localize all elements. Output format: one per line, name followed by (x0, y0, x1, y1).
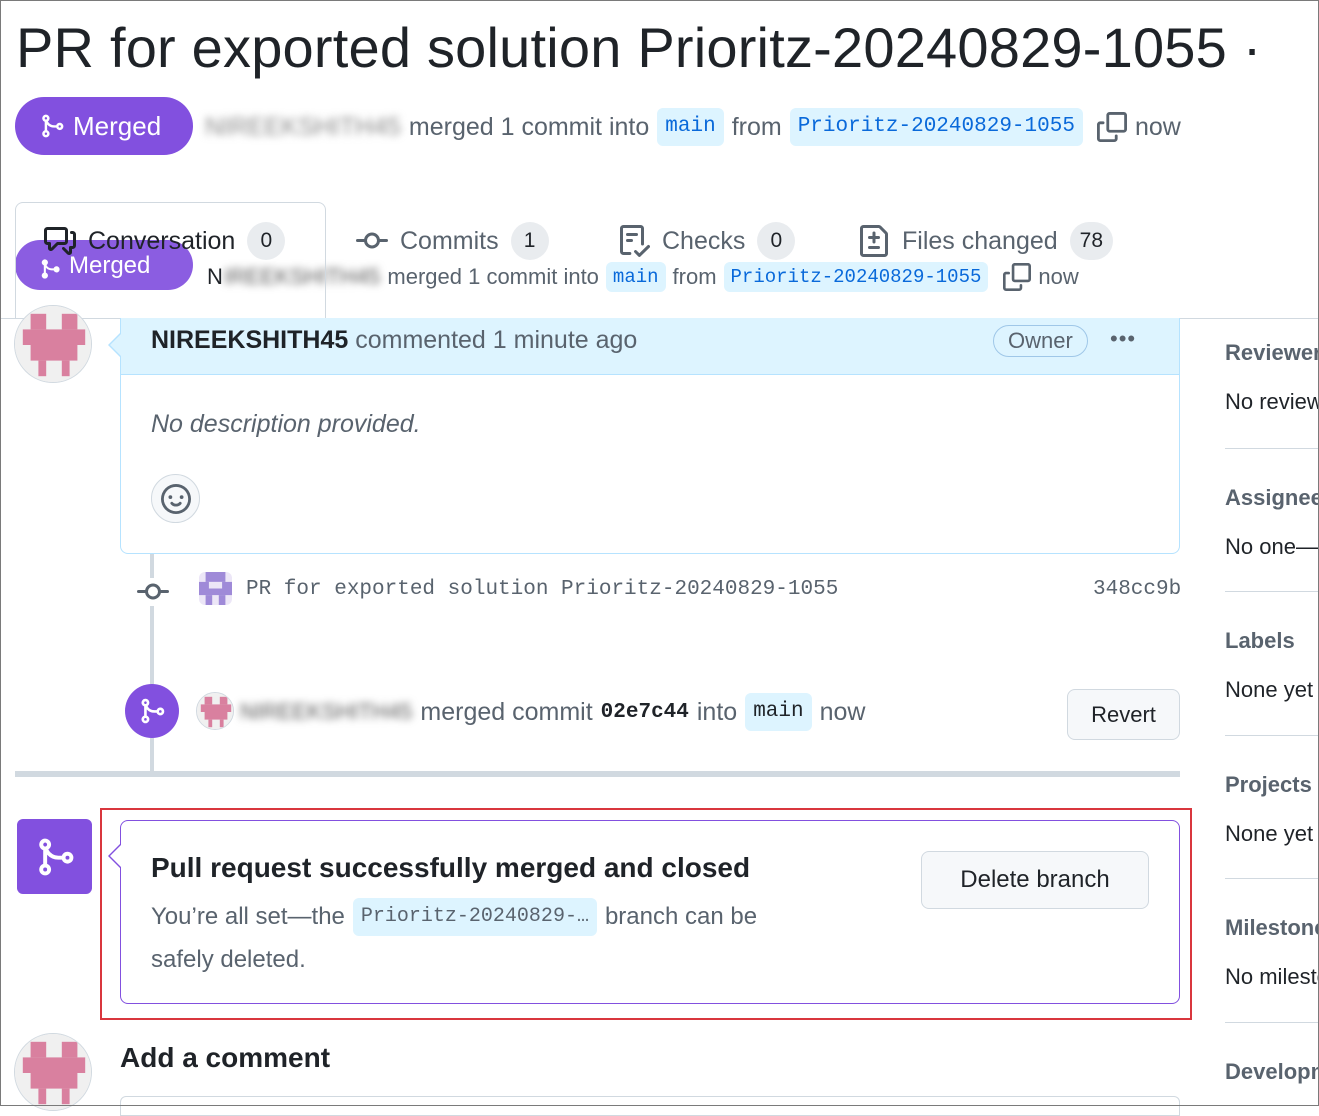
page-title: PR for exported solution Prioritz-202408… (16, 16, 1262, 79)
timeline-commit-icon (136, 578, 170, 606)
merge-event-icon (138, 697, 166, 725)
tab-conversation-count: 0 (247, 222, 286, 260)
merge-author-blurred[interactable]: NIREEKSHITH45 (240, 699, 412, 725)
merged-status-icon (34, 836, 76, 878)
merge-base-branch[interactable]: main (745, 693, 812, 731)
sticky-merged-text: merged 1 commit into (387, 264, 599, 289)
sidebar-divider (1225, 1022, 1319, 1023)
tab-files-changed-count: 78 (1069, 222, 1114, 260)
tab-commits-count: 1 (510, 222, 549, 260)
comment-pointer-fill (110, 333, 122, 357)
sidebar-projects-value: None yet (1225, 821, 1314, 846)
pr-meta-line: NIREEKSHITH45 merged 1 commit into main … (205, 104, 1181, 150)
sidebar-divider (1225, 591, 1319, 592)
sidebar-reviewers-title[interactable]: Reviewers (1225, 340, 1319, 366)
tab-checks-label: Checks (662, 226, 746, 255)
sticky-time: now (1038, 264, 1079, 289)
sidebar-milestone-title[interactable]: Milestone (1225, 915, 1319, 941)
commit-sha-link[interactable]: 348cc9b (1093, 578, 1181, 601)
git-commit-icon (356, 225, 388, 257)
comment-timestamp[interactable]: commented 1 minute ago (355, 326, 637, 354)
kebab-menu-icon[interactable]: ••• (1110, 326, 1136, 352)
sidebar-labels-value: None yet (1225, 677, 1314, 702)
sticky-copy-icon[interactable] (1003, 263, 1032, 291)
timeline-end-divider (15, 771, 1180, 777)
tab-conversation-frame (15, 202, 326, 319)
merge-author-avatar[interactable] (196, 692, 234, 730)
comment-author-avatar[interactable] (14, 305, 92, 383)
tab-checks[interactable]: Checks 0 (618, 222, 796, 260)
sidebar-assignees-value: No one— (1225, 534, 1318, 559)
revert-button[interactable]: Revert (1067, 689, 1180, 740)
tab-checks-count: 0 (757, 222, 796, 260)
sticky-head-branch[interactable]: Prioritz-20240829-1055 (723, 262, 989, 292)
merged-time: now (1134, 112, 1181, 141)
commit-message-link[interactable]: PR for exported solution Prioritz-202408… (246, 578, 838, 601)
sidebar-labels-title[interactable]: Labels (1225, 628, 1295, 654)
sidebar-divider (1225, 448, 1319, 449)
sticky-meta-line: N IREEKSHITH45 merged 1 commit into main… (207, 262, 1079, 292)
merged-state-badge: Merged (15, 97, 193, 155)
git-merge-icon (39, 113, 65, 139)
owner-badge: Owner (993, 325, 1088, 357)
comment-header-text: NIREEKSHITH45 commented 1 minute ago (151, 326, 637, 355)
merge-event-action: merged commit (420, 697, 593, 726)
sidebar-milestone-value: No milestone (1225, 964, 1319, 989)
comment-body: No description provided. (151, 410, 421, 438)
tab-commits[interactable]: Commits 1 (356, 222, 549, 260)
sticky-base-branch[interactable]: main (605, 262, 666, 292)
merged-state-label: Merged (73, 110, 162, 141)
sidebar-reviewers-value: No reviews (1225, 389, 1319, 414)
smiley-icon (160, 483, 191, 514)
sidebar-assignees-title[interactable]: Assignees (1225, 485, 1319, 511)
merged-text: merged 1 commit into (408, 112, 650, 141)
author-name-blurred[interactable]: NIREEKSHITH45 (205, 113, 401, 142)
highlight-annotation-box (100, 808, 1192, 1020)
add-reaction-button[interactable] (151, 474, 200, 523)
merge-event-badge (125, 684, 179, 738)
tab-conversation[interactable]: Conversation 0 (44, 222, 286, 260)
merged-status-badge (17, 819, 92, 894)
merge-into-text: into (696, 697, 738, 726)
comment-editor[interactable] (120, 1096, 1180, 1116)
current-user-avatar[interactable] (14, 1033, 92, 1111)
sticky-from-text: from (672, 264, 717, 289)
merge-event-text: NIREEKSHITH45 merged commit 02e7c44 into… (240, 693, 865, 731)
tab-conversation-label: Conversation (88, 226, 236, 255)
merge-commit-sha[interactable]: 02e7c44 (601, 701, 689, 724)
sidebar-projects-title[interactable]: Projects (1225, 772, 1312, 798)
comment-author-link[interactable]: NIREEKSHITH45 (151, 326, 348, 354)
tab-commits-label: Commits (400, 226, 499, 255)
tab-files-changed-label: Files changed (902, 226, 1058, 255)
head-branch-link[interactable]: Prioritz-20240829-1055 (789, 108, 1083, 146)
sidebar-development-title[interactable]: Development (1225, 1059, 1319, 1085)
copy-icon[interactable] (1096, 112, 1127, 142)
sidebar-divider (1225, 878, 1319, 879)
file-diff-icon (858, 225, 890, 257)
from-text: from (731, 112, 782, 141)
comment-discussion-icon (44, 225, 76, 257)
checklist-icon (618, 225, 650, 257)
add-comment-heading: Add a comment (120, 1042, 331, 1073)
merge-event-time: now (819, 697, 866, 726)
commit-author-avatar[interactable] (199, 572, 232, 605)
tab-files-changed[interactable]: Files changed 78 (858, 222, 1114, 260)
base-branch-link[interactable]: main (657, 108, 724, 146)
sidebar-divider (1225, 735, 1319, 736)
